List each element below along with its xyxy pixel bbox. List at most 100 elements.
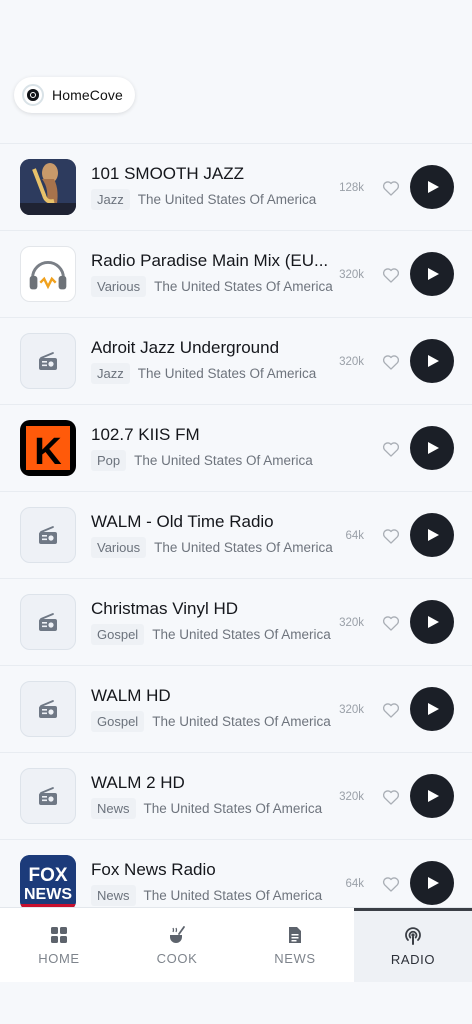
heart-icon[interactable] bbox=[381, 700, 401, 720]
play-button[interactable] bbox=[410, 339, 454, 383]
station-artwork bbox=[20, 333, 76, 389]
radio-icon bbox=[39, 352, 57, 370]
genre-tag: Pop bbox=[91, 450, 127, 471]
play-button[interactable] bbox=[410, 774, 454, 818]
heart-icon[interactable] bbox=[381, 439, 401, 459]
station-country: The United States Of America bbox=[137, 366, 317, 381]
genre-tag: News bbox=[91, 798, 136, 819]
bitrate-label: 64k bbox=[345, 530, 364, 542]
genre-tag: Various bbox=[91, 276, 147, 297]
bitrate-label: 320k bbox=[339, 704, 364, 716]
cooking-pot-icon bbox=[170, 925, 185, 943]
station-row[interactable]: Radio Paradise Main Mix (EU... Various T… bbox=[0, 230, 472, 317]
station-title: Christmas Vinyl HD bbox=[91, 599, 239, 618]
station-title: 102.7 KIIS FM bbox=[91, 425, 200, 444]
svg-text:FOX: FOX bbox=[28, 865, 67, 886]
heart-icon[interactable] bbox=[381, 526, 401, 546]
station-artwork bbox=[20, 507, 76, 563]
station-row[interactable]: WALM HD Gospel The United States Of Amer… bbox=[0, 665, 472, 752]
heart-icon[interactable] bbox=[381, 874, 401, 894]
station-meta: Jazz The United States Of America bbox=[91, 363, 316, 384]
svg-text:K: K bbox=[34, 431, 62, 473]
vinyl-logo-icon bbox=[22, 84, 44, 106]
heart-icon[interactable] bbox=[381, 613, 401, 633]
grid-icon bbox=[51, 926, 67, 943]
station-artwork: K bbox=[20, 420, 76, 476]
station-country: The United States Of America bbox=[152, 627, 331, 642]
tab-label: NEWS bbox=[274, 950, 316, 966]
genre-tag: News bbox=[91, 885, 136, 906]
saxophone-player-icon bbox=[20, 159, 76, 215]
tab-label: COOK bbox=[156, 950, 198, 966]
tab-news[interactable]: NEWS bbox=[236, 908, 354, 982]
bitrate-label: 320k bbox=[339, 356, 364, 368]
play-icon bbox=[428, 703, 439, 715]
bitrate-label: 128k bbox=[339, 182, 364, 194]
brand-name: HomeCove bbox=[52, 87, 123, 103]
play-button[interactable] bbox=[410, 600, 454, 644]
radio-screen: HomeCove 101 SMOOTH JAZZ Jazz The United… bbox=[0, 0, 472, 1024]
play-button[interactable] bbox=[410, 861, 454, 905]
tab-home[interactable]: HOME bbox=[0, 908, 118, 982]
heart-icon[interactable] bbox=[381, 352, 401, 372]
station-artwork: FOX NEWS bbox=[20, 855, 76, 911]
bitrate-label: 320k bbox=[339, 269, 364, 281]
bottom-tab-bar: HOME COOK NEWS RADIO bbox=[0, 907, 472, 982]
kiis-logo: K bbox=[26, 426, 70, 473]
radio-icon bbox=[39, 787, 57, 805]
play-button[interactable] bbox=[410, 426, 454, 470]
tab-label: HOME bbox=[38, 950, 80, 966]
newspaper-icon bbox=[289, 926, 301, 943]
bottom-spacer bbox=[0, 982, 472, 1024]
bitrate-label: 64k bbox=[345, 878, 364, 890]
play-icon bbox=[428, 790, 439, 802]
station-meta: Gospel The United States Of America bbox=[91, 711, 331, 732]
station-country: The United States Of America bbox=[154, 279, 333, 294]
play-button[interactable] bbox=[410, 165, 454, 209]
station-title: Fox News Radio bbox=[91, 860, 216, 879]
station-title: Radio Paradise Main Mix (EU... bbox=[91, 251, 329, 270]
station-meta: Various The United States Of America bbox=[91, 537, 333, 558]
svg-text:NEWS: NEWS bbox=[24, 886, 72, 903]
play-button[interactable] bbox=[410, 252, 454, 296]
heart-icon[interactable] bbox=[381, 178, 401, 198]
podcast-icon bbox=[405, 927, 421, 945]
station-title: WALM - Old Time Radio bbox=[91, 512, 274, 531]
play-icon bbox=[428, 616, 439, 628]
station-title: WALM 2 HD bbox=[91, 773, 185, 792]
station-meta: Various The United States Of America bbox=[91, 276, 333, 297]
station-list: 101 SMOOTH JAZZ Jazz The United States O… bbox=[0, 143, 472, 926]
station-row[interactable]: WALM 2 HD News The United States Of Amer… bbox=[0, 752, 472, 839]
radio-icon bbox=[39, 613, 57, 631]
genre-tag: Various bbox=[91, 537, 147, 558]
radio-icon bbox=[39, 700, 57, 718]
station-title: WALM HD bbox=[91, 686, 171, 705]
play-icon bbox=[428, 268, 439, 280]
play-button[interactable] bbox=[410, 513, 454, 557]
station-row[interactable]: WALM - Old Time Radio Various The United… bbox=[0, 491, 472, 578]
headphones-icon bbox=[29, 261, 67, 290]
station-row[interactable]: 101 SMOOTH JAZZ Jazz The United States O… bbox=[0, 143, 472, 230]
station-row[interactable]: Christmas Vinyl HD Gospel The United Sta… bbox=[0, 578, 472, 665]
station-meta: News The United States Of America bbox=[91, 885, 322, 906]
brand-chip[interactable]: HomeCove bbox=[14, 77, 135, 113]
play-icon bbox=[428, 442, 439, 454]
tab-radio[interactable]: RADIO bbox=[354, 908, 472, 982]
station-meta: Jazz The United States Of America bbox=[91, 189, 316, 210]
play-button[interactable] bbox=[410, 687, 454, 731]
heart-icon[interactable] bbox=[381, 787, 401, 807]
station-row[interactable]: K 102.7 KIIS FM Pop The United States Of… bbox=[0, 404, 472, 491]
station-meta: Gospel The United States Of America bbox=[91, 624, 331, 645]
fox-news-logo: FOX NEWS bbox=[20, 855, 76, 911]
heart-icon[interactable] bbox=[381, 265, 401, 285]
play-icon bbox=[428, 529, 439, 541]
play-icon bbox=[428, 877, 439, 889]
station-artwork bbox=[20, 681, 76, 737]
station-country: The United States Of America bbox=[134, 453, 313, 468]
bitrate-label: 320k bbox=[339, 791, 364, 803]
tab-cook[interactable]: COOK bbox=[118, 908, 236, 982]
station-country: The United States Of America bbox=[143, 801, 323, 816]
radio-icon bbox=[39, 526, 57, 544]
station-country: The United States Of America bbox=[143, 888, 323, 903]
station-row[interactable]: Adroit Jazz Underground Jazz The United … bbox=[0, 317, 472, 404]
